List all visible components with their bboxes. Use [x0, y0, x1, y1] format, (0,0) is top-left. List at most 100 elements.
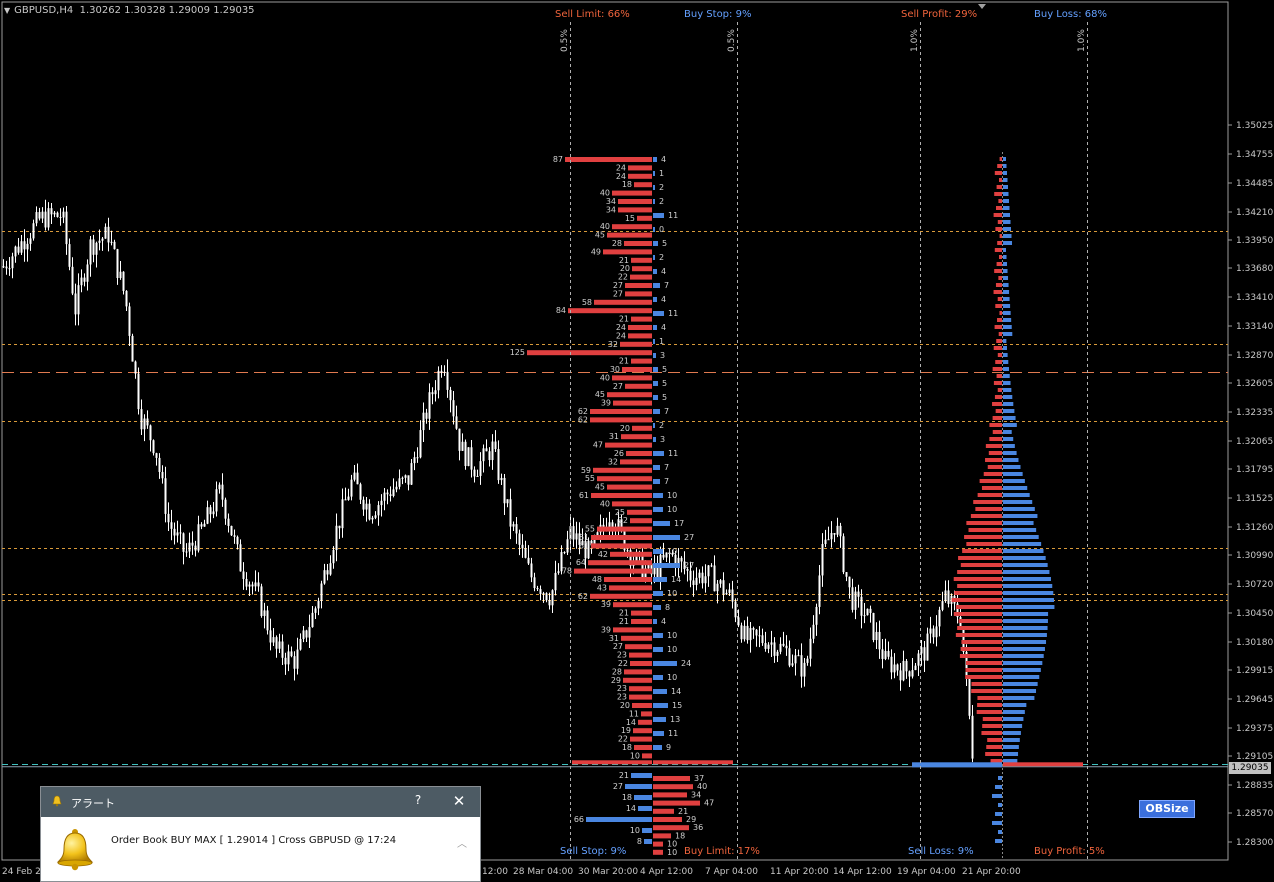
sell-order-bar [574, 568, 652, 574]
buy-order-value: 8 [665, 603, 670, 612]
candle-body [197, 524, 200, 551]
position-sell-bar [968, 528, 1002, 532]
sell-order-value: 39 [601, 399, 611, 408]
lower-sell-value: 21 [619, 771, 629, 780]
alert-titlebar[interactable]: アラート ? ✕ [41, 787, 480, 817]
sell-order-bar [591, 543, 652, 549]
collapse-arrow-icon[interactable]: ▼ [4, 6, 10, 15]
time-label: 7 Apr 04:00 [705, 867, 758, 877]
lower-sell-bar [586, 817, 652, 822]
lower-sell-bar [634, 795, 652, 800]
lower-buy-value: 10 [667, 848, 677, 857]
position-buy-bar [1003, 290, 1010, 294]
sell-order-value: 58 [582, 298, 592, 307]
position-buy-bar [1003, 528, 1037, 532]
candle-body [137, 373, 140, 410]
candle-body [740, 625, 743, 640]
buy-order-bar [653, 255, 655, 260]
close-button[interactable]: ✕ [451, 793, 467, 809]
candle-body [74, 293, 77, 315]
price-tick-label: 1.33950 [1236, 236, 1273, 246]
candle-body [731, 589, 734, 602]
lower-buy-bar [653, 776, 690, 781]
buy-order-bar [653, 367, 658, 372]
sell-order-bar [591, 493, 652, 498]
candle-body [533, 577, 536, 589]
candle-body [575, 533, 578, 540]
position-lower-bar [992, 794, 1002, 798]
candle-body [707, 565, 710, 577]
position-buy-bar [1003, 717, 1024, 721]
candle-body [758, 635, 761, 637]
position-buy-bar [1003, 388, 1012, 392]
candle-body [824, 539, 827, 545]
candle-body [452, 400, 455, 417]
candle-body [464, 441, 467, 467]
position-buy-bar [1003, 325, 1012, 329]
position-buy-bar [1003, 234, 1012, 238]
candle-body [749, 628, 752, 641]
position-buy-bar [1003, 647, 1045, 651]
sell-order-bar [632, 425, 652, 431]
position-sell-bar [957, 584, 1002, 588]
position-buy-bar [1003, 423, 1017, 427]
candle-body [626, 550, 629, 552]
candle-body [809, 638, 812, 659]
buy-order-bar [653, 451, 664, 456]
sell-order-bar [629, 694, 652, 700]
position-buy-bar [1003, 619, 1048, 623]
position-sell-bar [975, 507, 1002, 511]
buy-order-value: 7 [664, 281, 669, 290]
candle-body [797, 655, 800, 657]
candle-body [554, 572, 557, 591]
position-buy-bar [1003, 689, 1037, 693]
sell-order-value: 55 [585, 474, 595, 483]
position-sell-bar [994, 248, 1002, 252]
chart-area[interactable]: 87 24 24 18 40 34 34 15 40 45 28 49 21 20 22 27 27 58 84 21… [0, 0, 1274, 882]
position-sell-bar [992, 416, 1002, 420]
obsize-button[interactable]: OBSize [1139, 800, 1195, 818]
candle-body [269, 630, 272, 643]
candle-body [866, 608, 869, 616]
sell-order-value: 43 [597, 583, 607, 592]
candle-body [557, 571, 560, 573]
sell-order-bar [621, 635, 652, 641]
time-label: 11 Apr 20:00 [770, 867, 829, 877]
sell-order-bar [590, 417, 652, 423]
price-tick-label: 1.30450 [1236, 609, 1273, 619]
buy-order-bar [653, 675, 663, 680]
candle-body [371, 517, 374, 520]
buy-order-value: 3 [660, 351, 665, 360]
help-button[interactable]: ? [410, 793, 426, 809]
candle-body [743, 625, 746, 640]
buy-order-value: 14 [671, 687, 681, 696]
scroll-up-icon[interactable]: ︿ [457, 835, 467, 850]
candle-body [845, 572, 848, 577]
candle-body [392, 489, 395, 496]
sell-order-bar [632, 266, 652, 272]
candle-body [854, 591, 857, 610]
candle-body [194, 545, 197, 551]
position-sell-bar [965, 668, 1002, 672]
candle-body [224, 499, 227, 519]
chart-canvas[interactable]: 8724241840343415404528492120222727588421… [0, 0, 1274, 882]
buy-order-bar [653, 185, 655, 190]
candle-body [26, 243, 29, 250]
sell-order-value: 45 [595, 231, 605, 240]
candle-body [338, 525, 341, 529]
price-tick-label: 1.32870 [1236, 351, 1273, 361]
candle-body [239, 544, 242, 572]
candle-body [728, 589, 731, 593]
sell-order-bar [618, 199, 652, 204]
position-buy-bar [1003, 374, 1010, 378]
position-buy-bar [1003, 451, 1017, 455]
candle-body [59, 217, 62, 219]
candle-body [752, 628, 755, 630]
sell-order-bar [631, 257, 652, 263]
candle-body [422, 412, 425, 431]
position-sell-bar [992, 430, 1002, 434]
position-buy-bar [1003, 605, 1055, 609]
candle-body [230, 525, 233, 536]
time-label: 19 Apr 04:00 [897, 867, 956, 877]
sell-order-value: 62 [578, 415, 588, 424]
